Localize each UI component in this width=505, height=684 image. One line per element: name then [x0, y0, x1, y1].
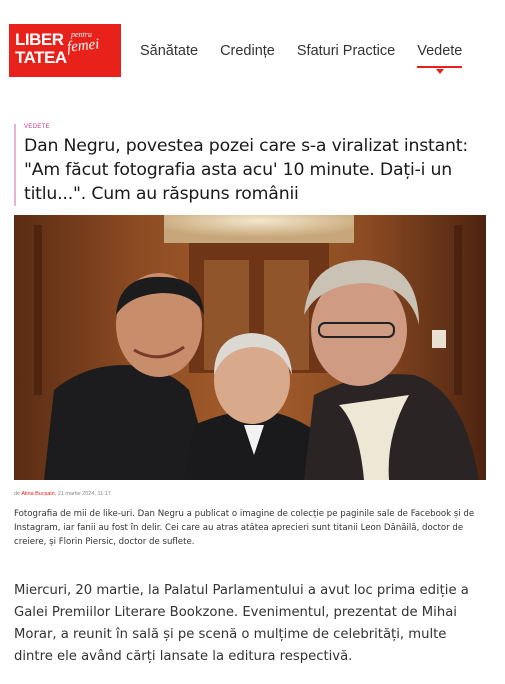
logo-text: LIBER TATEA — [15, 30, 67, 67]
author-link[interactable]: Alina Bucșain — [21, 491, 54, 497]
article-meta: de Alina Bucșain, 21 martie 2024, 11:17 — [14, 491, 111, 497]
nav-item-credinte[interactable]: Credințe — [220, 43, 275, 59]
category-tag[interactable]: Vedete — [24, 124, 492, 130]
article-title: Dan Negru, povestea pozei care s-a viral… — [24, 136, 468, 204]
publish-date: , 21 martie 2024, 11:17 — [54, 491, 111, 497]
article-header: Vedete Dan Negru, povestea pozei care s-… — [14, 124, 492, 206]
article-body-paragraph: Miercuri, 20 martie, la Palatul Parlamen… — [14, 583, 469, 664]
nav-item-sanatate[interactable]: Sănătate — [140, 43, 198, 59]
photo-caption: Fotografia de mii de like-uri. Dan Negru… — [14, 509, 475, 547]
active-caret-icon — [435, 69, 444, 74]
article-photo — [14, 215, 486, 480]
nav-item-sfaturi-practice[interactable]: Sfaturi Practice — [297, 43, 395, 59]
logo-subtext: femei — [66, 36, 101, 56]
site-header: LIBER TATEA pentru femei Sănătate Credin… — [0, 0, 505, 96]
site-logo[interactable]: LIBER TATEA pentru femei — [9, 24, 121, 77]
main-nav: Sănătate Credințe Sfaturi Practice Vedet… — [140, 43, 484, 74]
nav-item-vedete[interactable]: Vedete — [417, 43, 463, 74]
